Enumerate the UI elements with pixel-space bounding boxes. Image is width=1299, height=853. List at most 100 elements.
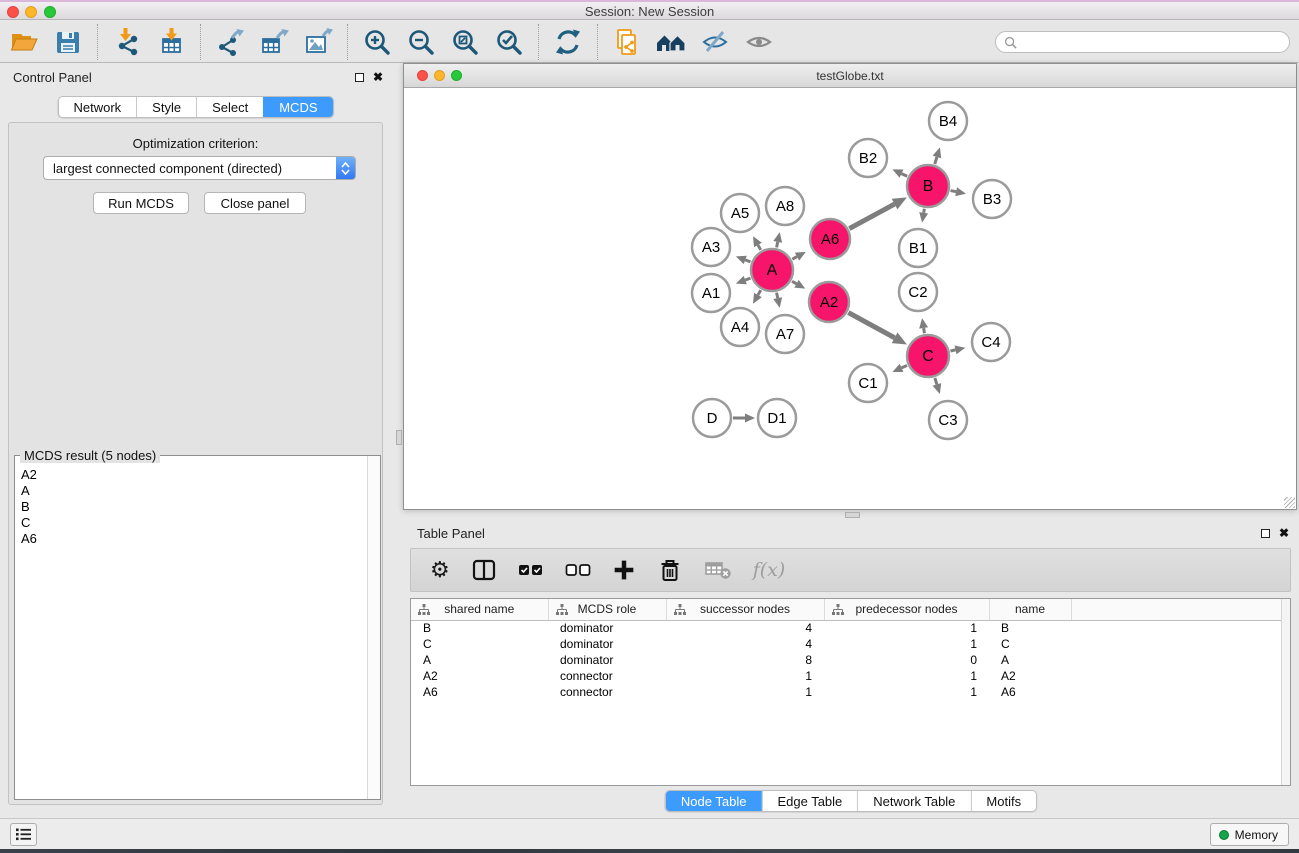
edge-A-A7[interactable] [777, 293, 778, 299]
cell-successor-nodes[interactable]: 4 [666, 636, 824, 652]
close-panel-icon[interactable]: ✖ [373, 70, 383, 84]
edge-B-B3[interactable] [951, 191, 957, 192]
add-column-button[interactable] [612, 555, 636, 585]
edge-A-A5[interactable] [758, 245, 761, 250]
tab-node-table[interactable]: Node Table [666, 791, 762, 811]
select-all-button[interactable] [518, 555, 544, 585]
list-item[interactable]: B [15, 499, 367, 515]
edge-B-B2[interactable] [901, 174, 907, 177]
resize-grip-icon[interactable] [1284, 497, 1295, 508]
close-panel-button[interactable]: Close panel [204, 192, 306, 214]
open-session-button[interactable] [6, 24, 42, 60]
cell-predecessor-nodes[interactable]: 1 [824, 668, 989, 684]
edge-A6-B[interactable] [849, 204, 894, 228]
float-table-panel-icon[interactable] [1261, 529, 1270, 538]
edge-C-C4[interactable] [950, 350, 955, 351]
cell-MCDS-role[interactable]: dominator [548, 620, 666, 636]
deselect-all-button[interactable] [565, 555, 591, 585]
edge-A2-C[interactable] [848, 313, 894, 338]
cell-predecessor-nodes[interactable]: 1 [824, 620, 989, 636]
show-eye-button[interactable] [741, 24, 777, 60]
list-item[interactable]: A [15, 483, 367, 499]
tab-edge-table[interactable]: Edge Table [761, 791, 857, 811]
edge-A-A8[interactable] [777, 242, 778, 248]
cell-predecessor-nodes[interactable]: 0 [824, 652, 989, 668]
cell-successor-nodes[interactable]: 4 [666, 620, 824, 636]
table-row[interactable]: Cdominator41C [411, 636, 1290, 652]
edge-C-C1[interactable] [902, 365, 907, 367]
network-window-titlebar[interactable]: testGlobe.txt [404, 64, 1296, 88]
list-item[interactable]: A6 [15, 531, 367, 547]
edge-C-C2[interactable] [924, 328, 925, 333]
splitter-handle-vertical[interactable] [396, 430, 402, 445]
run-mcds-button[interactable]: Run MCDS [93, 192, 189, 214]
export-network-button[interactable] [212, 24, 248, 60]
tab-mcds[interactable]: MCDS [263, 97, 332, 117]
cell-predecessor-nodes[interactable]: 1 [824, 636, 989, 652]
import-table-button[interactable] [153, 24, 189, 60]
column-header-MCDS-role[interactable]: MCDS role [548, 599, 666, 620]
cell-MCDS-role[interactable]: connector [548, 668, 666, 684]
close-table-panel-icon[interactable]: ✖ [1279, 526, 1289, 540]
export-image-button[interactable] [300, 24, 336, 60]
cell-MCDS-role[interactable]: dominator [548, 636, 666, 652]
table-row[interactable]: Adominator80A [411, 652, 1290, 668]
cell-successor-nodes[interactable]: 8 [666, 652, 824, 668]
table-options-button[interactable]: ⚙ [430, 555, 450, 585]
tab-style[interactable]: Style [136, 97, 196, 117]
tab-motifs[interactable]: Motifs [970, 791, 1036, 811]
delete-table-button[interactable] [704, 555, 732, 585]
export-table-button[interactable] [256, 24, 292, 60]
cell-MCDS-role[interactable]: connector [548, 684, 666, 700]
cell-shared-name[interactable]: C [411, 636, 548, 652]
cell-shared-name[interactable]: A [411, 652, 548, 668]
cell-shared-name[interactable]: B [411, 620, 548, 636]
column-header-successor-nodes[interactable]: successor nodes [666, 599, 824, 620]
hide-glasses-button[interactable] [697, 24, 733, 60]
tab-network-table[interactable]: Network Table [857, 791, 970, 811]
import-network-button[interactable] [109, 24, 145, 60]
search-field[interactable] [995, 31, 1290, 53]
list-item[interactable]: C [15, 515, 367, 531]
table-row[interactable]: A2connector11A2 [411, 668, 1290, 684]
show-panels-button[interactable] [10, 823, 37, 846]
edge-A-A1[interactable] [745, 278, 750, 280]
cell-shared-name[interactable]: A6 [411, 684, 548, 700]
edge-A-A2[interactable] [792, 281, 796, 284]
search-input[interactable] [1022, 35, 1289, 49]
edge-B-B1[interactable] [924, 209, 925, 213]
table-row[interactable]: A6connector11A6 [411, 684, 1290, 700]
cell-shared-name[interactable]: A2 [411, 668, 548, 684]
home-networks-button[interactable] [653, 24, 689, 60]
table-row[interactable]: Bdominator41B [411, 620, 1290, 636]
delete-column-button[interactable] [657, 555, 683, 585]
memory-button[interactable]: Memory [1210, 823, 1289, 846]
cell-name[interactable]: C [989, 636, 1071, 652]
column-header-predecessor-nodes[interactable]: predecessor nodes [824, 599, 989, 620]
refresh-network-button[interactable] [550, 24, 586, 60]
edge-C-C3[interactable] [935, 378, 937, 384]
table-scrollbar[interactable] [1281, 599, 1290, 785]
zoom-in-button[interactable] [359, 24, 395, 60]
edge-A-A6[interactable] [792, 257, 797, 260]
save-session-button[interactable] [50, 24, 86, 60]
cell-predecessor-nodes[interactable]: 1 [824, 684, 989, 700]
edge-A-A4[interactable] [758, 290, 761, 295]
column-selector-button[interactable] [471, 555, 497, 585]
zoom-out-button[interactable] [403, 24, 439, 60]
cell-name[interactable]: B [989, 620, 1071, 636]
cell-MCDS-role[interactable]: dominator [548, 652, 666, 668]
result-list-scrollbar[interactable] [367, 456, 380, 799]
edge-A-A3[interactable] [745, 260, 750, 262]
float-panel-icon[interactable] [355, 73, 364, 82]
zoom-selected-button[interactable] [491, 24, 527, 60]
criterion-select[interactable]: largest connected component (directed) [43, 156, 356, 180]
tab-select[interactable]: Select [196, 97, 263, 117]
edge-B-B4[interactable] [935, 157, 937, 164]
cell-successor-nodes[interactable]: 1 [666, 668, 824, 684]
function-builder-button[interactable]: f(x) [753, 555, 786, 585]
cell-successor-nodes[interactable]: 1 [666, 684, 824, 700]
open-session-file-button[interactable] [609, 24, 645, 60]
cell-name[interactable]: A6 [989, 684, 1071, 700]
cell-name[interactable]: A2 [989, 668, 1071, 684]
